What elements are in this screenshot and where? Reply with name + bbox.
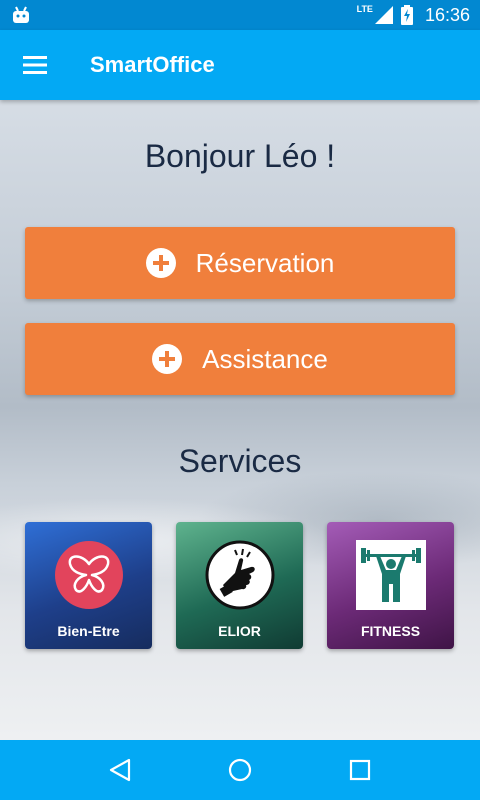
main-content: Bonjour Léo ! Réservation Assistance Ser…	[0, 100, 480, 740]
service-label: Bien-Etre	[57, 623, 120, 639]
service-tile-elior[interactable]: ELIOR	[176, 522, 303, 649]
weightlifter-icon	[355, 540, 426, 610]
service-label: FITNESS	[360, 623, 421, 639]
signal-icon	[374, 6, 393, 24]
system-nav-bar	[0, 740, 480, 800]
app-title: SmartOffice	[90, 52, 215, 77]
menu-button[interactable]	[0, 30, 70, 100]
home-icon	[228, 758, 252, 782]
android-notification-icon	[13, 6, 29, 23]
greeting-text: Bonjour Léo !	[144, 138, 336, 174]
pointing-hand-icon	[205, 540, 275, 610]
status-bar: LTE 16:36	[0, 0, 480, 30]
recents-button[interactable]	[340, 750, 380, 790]
plus-circle-icon	[152, 344, 183, 374]
back-button[interactable]	[100, 750, 140, 790]
reservation-label: Réservation	[195, 247, 335, 278]
plus-circle-icon	[145, 248, 176, 278]
home-button[interactable]	[220, 750, 260, 790]
service-label: ELIOR	[218, 623, 261, 639]
assistance-button[interactable]: Assistance	[25, 323, 455, 395]
hamburger-menu-icon	[23, 56, 47, 74]
battery-charging-icon	[400, 5, 413, 25]
assistance-label: Assistance	[202, 343, 328, 374]
status-indicators: LTE 16:36	[356, 4, 470, 26]
service-tile-fitness[interactable]: FITNESS	[327, 522, 454, 649]
app-bar: SmartOffice	[0, 30, 480, 100]
status-time: 16:36	[424, 4, 470, 25]
butterfly-icon	[54, 540, 124, 610]
service-tile-bien-etre[interactable]: Bien-Etre	[25, 522, 152, 649]
recents-icon	[349, 759, 371, 781]
back-icon	[109, 758, 131, 782]
services-heading: Services	[178, 443, 302, 479]
network-type: LTE	[356, 4, 373, 14]
reservation-button[interactable]: Réservation	[25, 227, 455, 299]
